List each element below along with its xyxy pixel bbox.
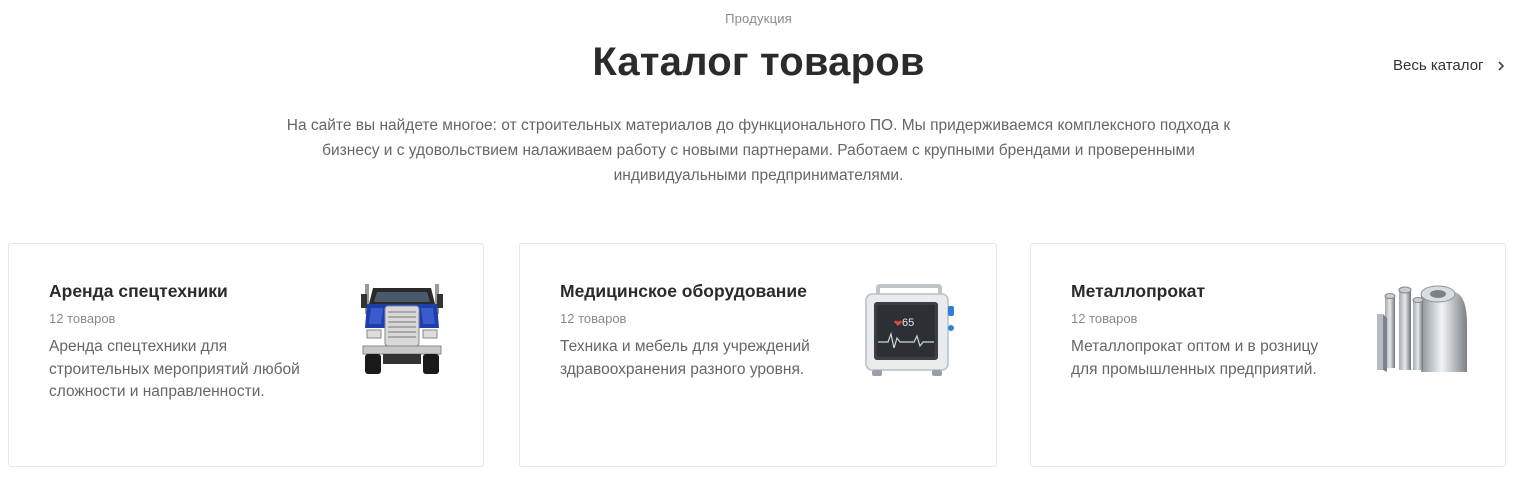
metal-rolls-icon: [1377, 285, 1467, 372]
card-title: Аренда спецтехники: [49, 281, 228, 301]
all-catalog-label: Весь каталог: [1393, 57, 1484, 74]
card-description: Техника и мебель для учреждений здравоох…: [560, 338, 810, 378]
medical-monitor-icon: 65: [865, 284, 954, 376]
card-description: Аренда спецтехники для строительных меро…: [49, 338, 300, 400]
card-count: 12 товаров: [560, 311, 627, 326]
card-count: 12 товаров: [1071, 311, 1138, 326]
card-count: 12 товаров: [49, 311, 116, 326]
section-eyebrow: Продукция: [725, 11, 792, 26]
card-description: Металлопрокат оптом и в розницу для пром…: [1071, 338, 1319, 378]
catalog-card-metal-products[interactable]: Металлопрокат 12 товаров Металлопрокат о…: [1030, 243, 1506, 467]
catalog-card-medical-equipment[interactable]: Медицинское оборудование 12 товаров Техн…: [519, 243, 997, 467]
card-title: Медицинское оборудование: [560, 281, 807, 301]
page-title: Каталог товаров: [592, 40, 925, 84]
chevron-right-icon: [1497, 60, 1504, 71]
intro-text: На сайте вы найдете многое: от строитель…: [286, 117, 1231, 184]
all-catalog-link[interactable]: Весь каталог: [1393, 57, 1506, 74]
truck-icon: [361, 284, 443, 374]
monitor-value: 65: [902, 317, 914, 329]
card-title: Металлопрокат: [1071, 281, 1206, 301]
catalog-card-equipment-rental[interactable]: Аренда спецтехники 12 товаров Аренда спе…: [8, 243, 484, 467]
